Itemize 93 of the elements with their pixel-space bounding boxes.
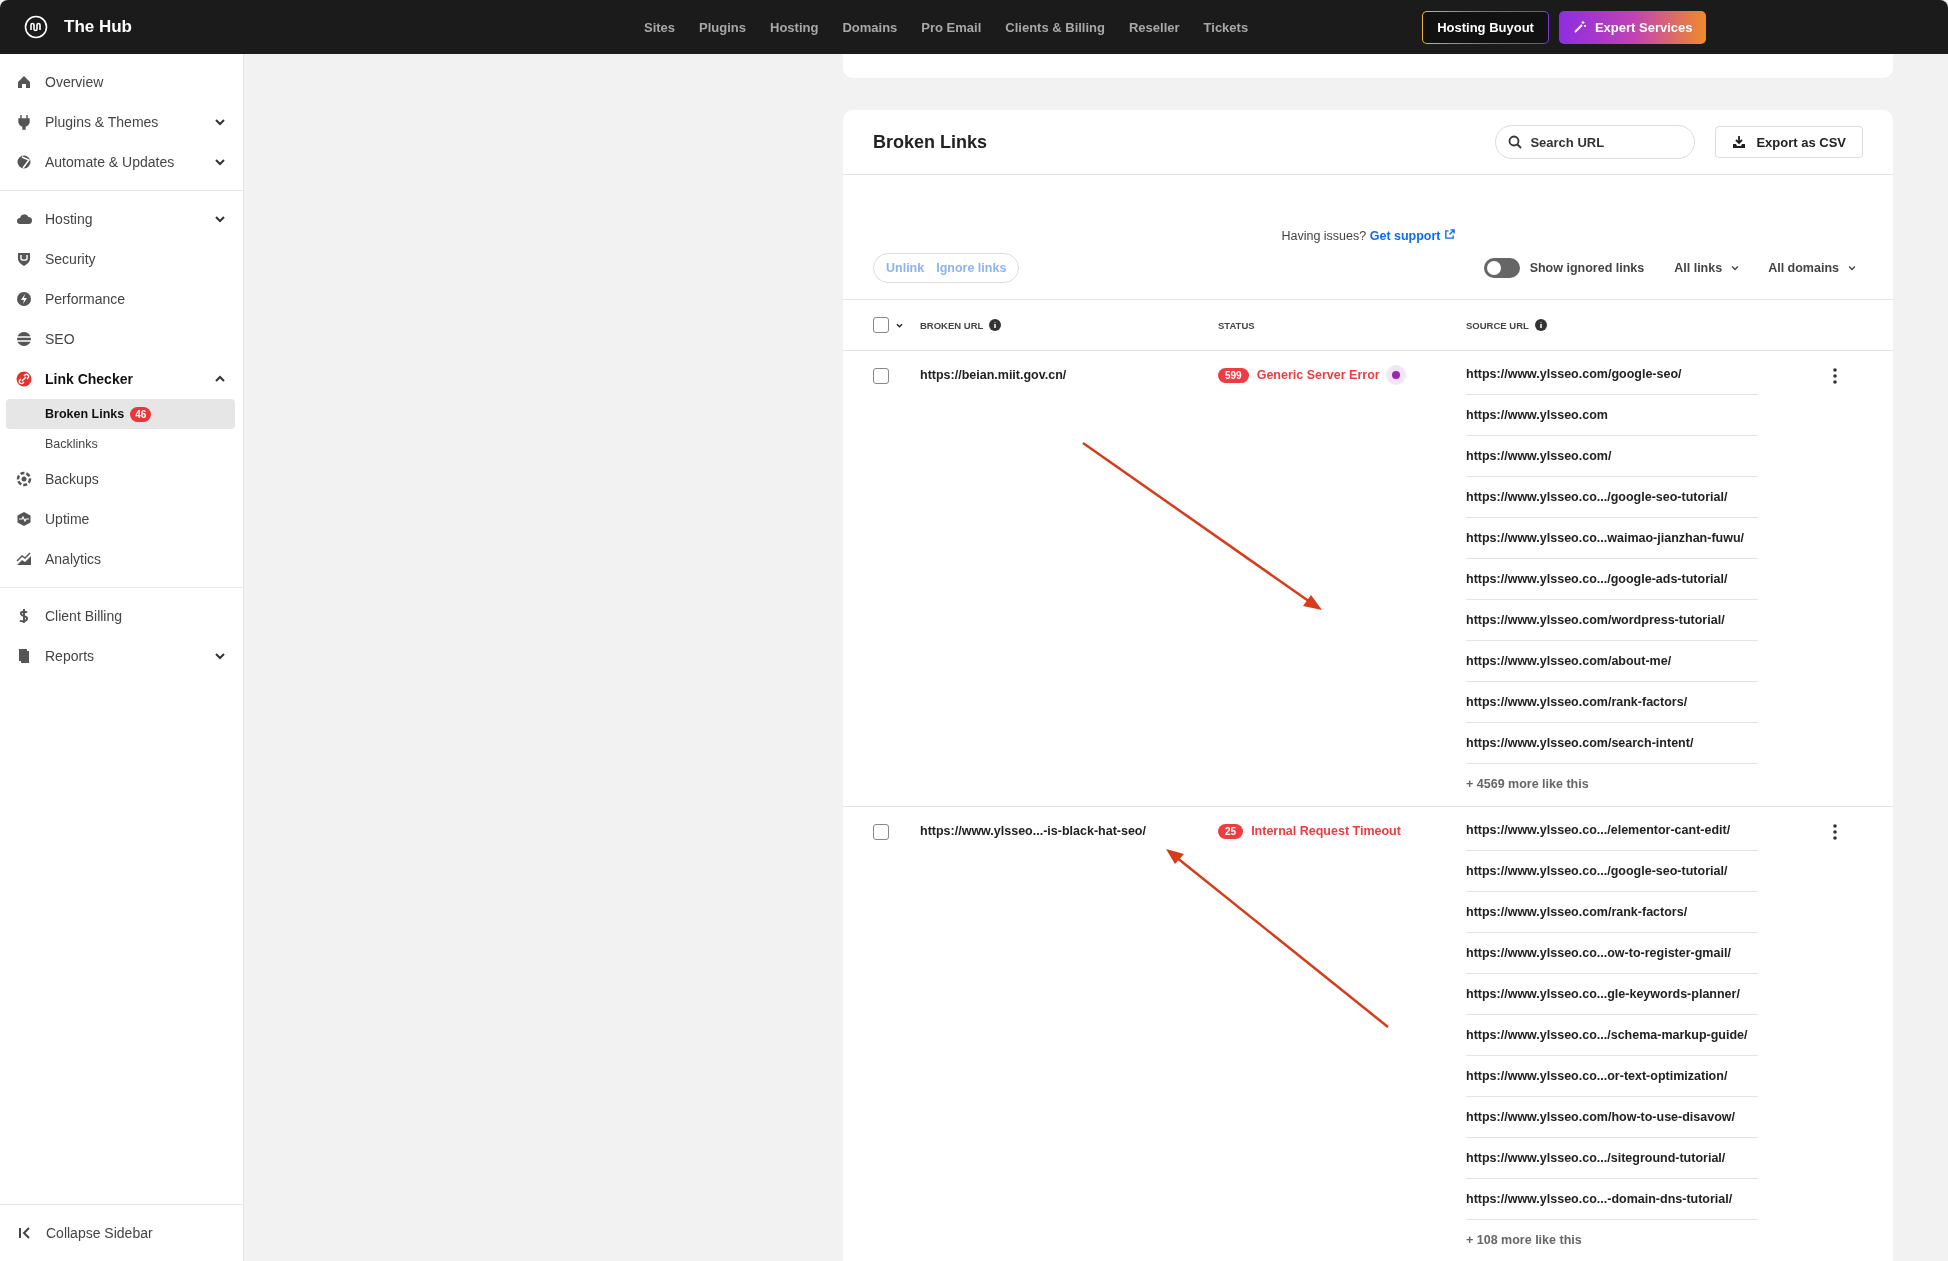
download-icon <box>1732 135 1747 149</box>
column-header: BROKEN URL <box>920 319 984 331</box>
home-icon <box>16 74 32 90</box>
chevron-down-icon <box>1730 263 1741 273</box>
source-url[interactable]: https://www.ylsseo.com/search-intent/ <box>1466 723 1758 764</box>
sidebar-item[interactable]: Overview <box>0 62 243 102</box>
more-link[interactable]: + 108 more like this <box>1466 1220 1758 1260</box>
sidebar-item[interactable]: Client Billing <box>0 596 243 636</box>
seo-icon <box>16 331 32 347</box>
buyout-button[interactable]: Hosting Buyout <box>1422 10 1549 44</box>
link-icon <box>16 371 32 387</box>
sidebar-item[interactable]: Uptime <box>0 499 243 539</box>
toggle-label: Show ignored links <box>1529 261 1645 275</box>
sidebar-item[interactable]: Security <box>0 239 243 279</box>
support-link[interactable]: Get support <box>1369 229 1455 243</box>
status-text: Internal Request Timeout <box>1251 824 1401 838</box>
nav-link[interactable]: Tickets <box>1203 19 1249 35</box>
status-code-badge: 599 <box>1218 368 1249 383</box>
source-url[interactable]: https://www.ylsseo.co...-domain-dns-tutorial/ <box>1466 1179 1758 1220</box>
sidebar-item[interactable]: Analytics <box>0 539 243 579</box>
aperture-icon <box>16 471 32 487</box>
source-url[interactable]: https://www.ylsseo.com/rank-factors/ <box>1466 892 1758 933</box>
uptime-icon <box>16 511 32 527</box>
sidebar-item[interactable]: Backups <box>0 459 243 499</box>
source-url[interactable]: https://www.ylsseo.com/wordpress-tutorial/ <box>1466 600 1758 641</box>
column-header: SOURCE URL <box>1466 319 1529 331</box>
source-url[interactable]: https://www.ylsseo.com <box>1466 395 1758 436</box>
source-url[interactable]: https://www.ylsseo.co.../google-ads-tutorial/ <box>1466 559 1758 600</box>
source-url[interactable]: https://www.ylsseo.co...or-text-optimization/ <box>1466 1056 1758 1097</box>
checkbox[interactable] <box>873 317 889 333</box>
sidebar-item[interactable]: Plugins & Themes <box>0 102 243 142</box>
source-url[interactable]: https://www.ylsseo.co.../google-seo-tutorial/ <box>1466 851 1758 892</box>
source-url[interactable]: https://www.ylsseo.com/google-seo/ <box>1466 354 1758 395</box>
nav-link[interactable]: Plugins <box>699 19 747 35</box>
sidebar-item[interactable]: SEO <box>0 319 243 359</box>
sidebar-subitem[interactable]: Backlinks <box>6 429 235 459</box>
lightning-icon <box>16 291 32 307</box>
nav-link[interactable]: Sites <box>644 19 676 35</box>
collapse-sidebar-button[interactable]: Collapse Sidebar <box>0 1204 243 1261</box>
checkbox[interactable] <box>873 824 889 840</box>
cloud-icon <box>16 211 32 227</box>
sidebar-item[interactable]: Performance <box>0 279 243 319</box>
source-url[interactable]: https://www.ylsseo.co.../schema-markup-guide/ <box>1466 1015 1758 1056</box>
toggle-switch[interactable] <box>1483 258 1520 278</box>
source-url[interactable]: https://www.ylsseo.co.../google-seo-tutorial/ <box>1466 477 1758 518</box>
shield-icon <box>16 251 32 267</box>
source-url[interactable]: https://www.ylsseo.com/ <box>1466 436 1758 477</box>
brand-name: The Hub <box>64 17 132 37</box>
help-text: Having issues? Get support <box>843 229 1893 243</box>
automate-icon <box>16 154 32 170</box>
source-url[interactable]: https://www.ylsseo.com/about-me/ <box>1466 641 1758 682</box>
sidebar-item[interactable]: Automate & Updates <box>0 142 243 182</box>
nav-link[interactable]: Reseller <box>1128 19 1180 35</box>
export-button[interactable]: Export as CSV <box>1715 126 1863 158</box>
broken-url[interactable]: https://www.ylsseo...-is-black-hat-seo/ <box>920 824 1146 838</box>
chart-icon <box>16 551 32 567</box>
nav-link[interactable]: Clients & Billing <box>1005 19 1105 35</box>
card-title: Broken Links <box>873 131 988 153</box>
broken-url[interactable]: https://beian.miit.gov.cn/ <box>920 368 1067 382</box>
more-options-icon <box>1833 368 1837 384</box>
collapse-icon <box>18 1226 32 1240</box>
filter-dropdown[interactable]: All links <box>1668 260 1747 276</box>
source-url[interactable]: https://www.ylsseo.co.../siteground-tutorial/ <box>1466 1138 1758 1179</box>
nav-link[interactable]: Domains <box>842 19 898 35</box>
count-badge: 46 <box>130 406 152 422</box>
source-url[interactable]: https://www.ylsseo.com/rank-factors/ <box>1466 682 1758 723</box>
more-link[interactable]: + 4569 more like this <box>1466 764 1758 804</box>
plug-icon <box>16 114 32 130</box>
source-url[interactable]: https://www.ylsseo.com/how-to-use-disavow/ <box>1466 1097 1758 1138</box>
nav-link[interactable]: Pro Email <box>921 19 982 35</box>
more-options-icon <box>1833 824 1837 840</box>
external-link-icon <box>1443 229 1455 240</box>
status-text: Generic Server Error <box>1256 368 1380 382</box>
logo-icon <box>24 15 48 39</box>
sidebar-subitem[interactable]: Broken Links 46 <box>6 399 235 429</box>
source-url[interactable]: https://www.ylsseo.co...waimao-jianzhan-fuwu/ <box>1466 518 1758 559</box>
expert-services-button[interactable]: Expert Services <box>1558 10 1707 44</box>
search-field[interactable]: Search URL <box>1495 125 1696 159</box>
column-header: STATUS <box>1218 319 1255 331</box>
sidebar-item[interactable]: Hosting <box>0 199 243 239</box>
nav-link[interactable]: Hosting <box>770 19 819 35</box>
chevron-down-icon <box>1847 263 1857 273</box>
document-icon <box>16 648 32 664</box>
filter-dropdown[interactable]: All domains <box>1762 260 1863 276</box>
sidebar-item[interactable]: Reports <box>0 636 243 676</box>
source-url[interactable]: https://www.ylsseo.co.../elementor-cant-edit/ <box>1466 810 1758 851</box>
source-url[interactable]: https://www.ylsseo.co...ow-to-register-gmail/ <box>1466 933 1758 974</box>
sidebar-item[interactable]: Link Checker <box>0 359 243 399</box>
status-code-badge: 25 <box>1218 824 1244 839</box>
checkbox[interactable] <box>873 368 889 384</box>
search-icon <box>1508 135 1523 149</box>
source-url[interactable]: https://www.ylsseo.co...gle-keywords-planner/ <box>1466 974 1758 1015</box>
magic-wand-icon <box>1572 20 1587 34</box>
